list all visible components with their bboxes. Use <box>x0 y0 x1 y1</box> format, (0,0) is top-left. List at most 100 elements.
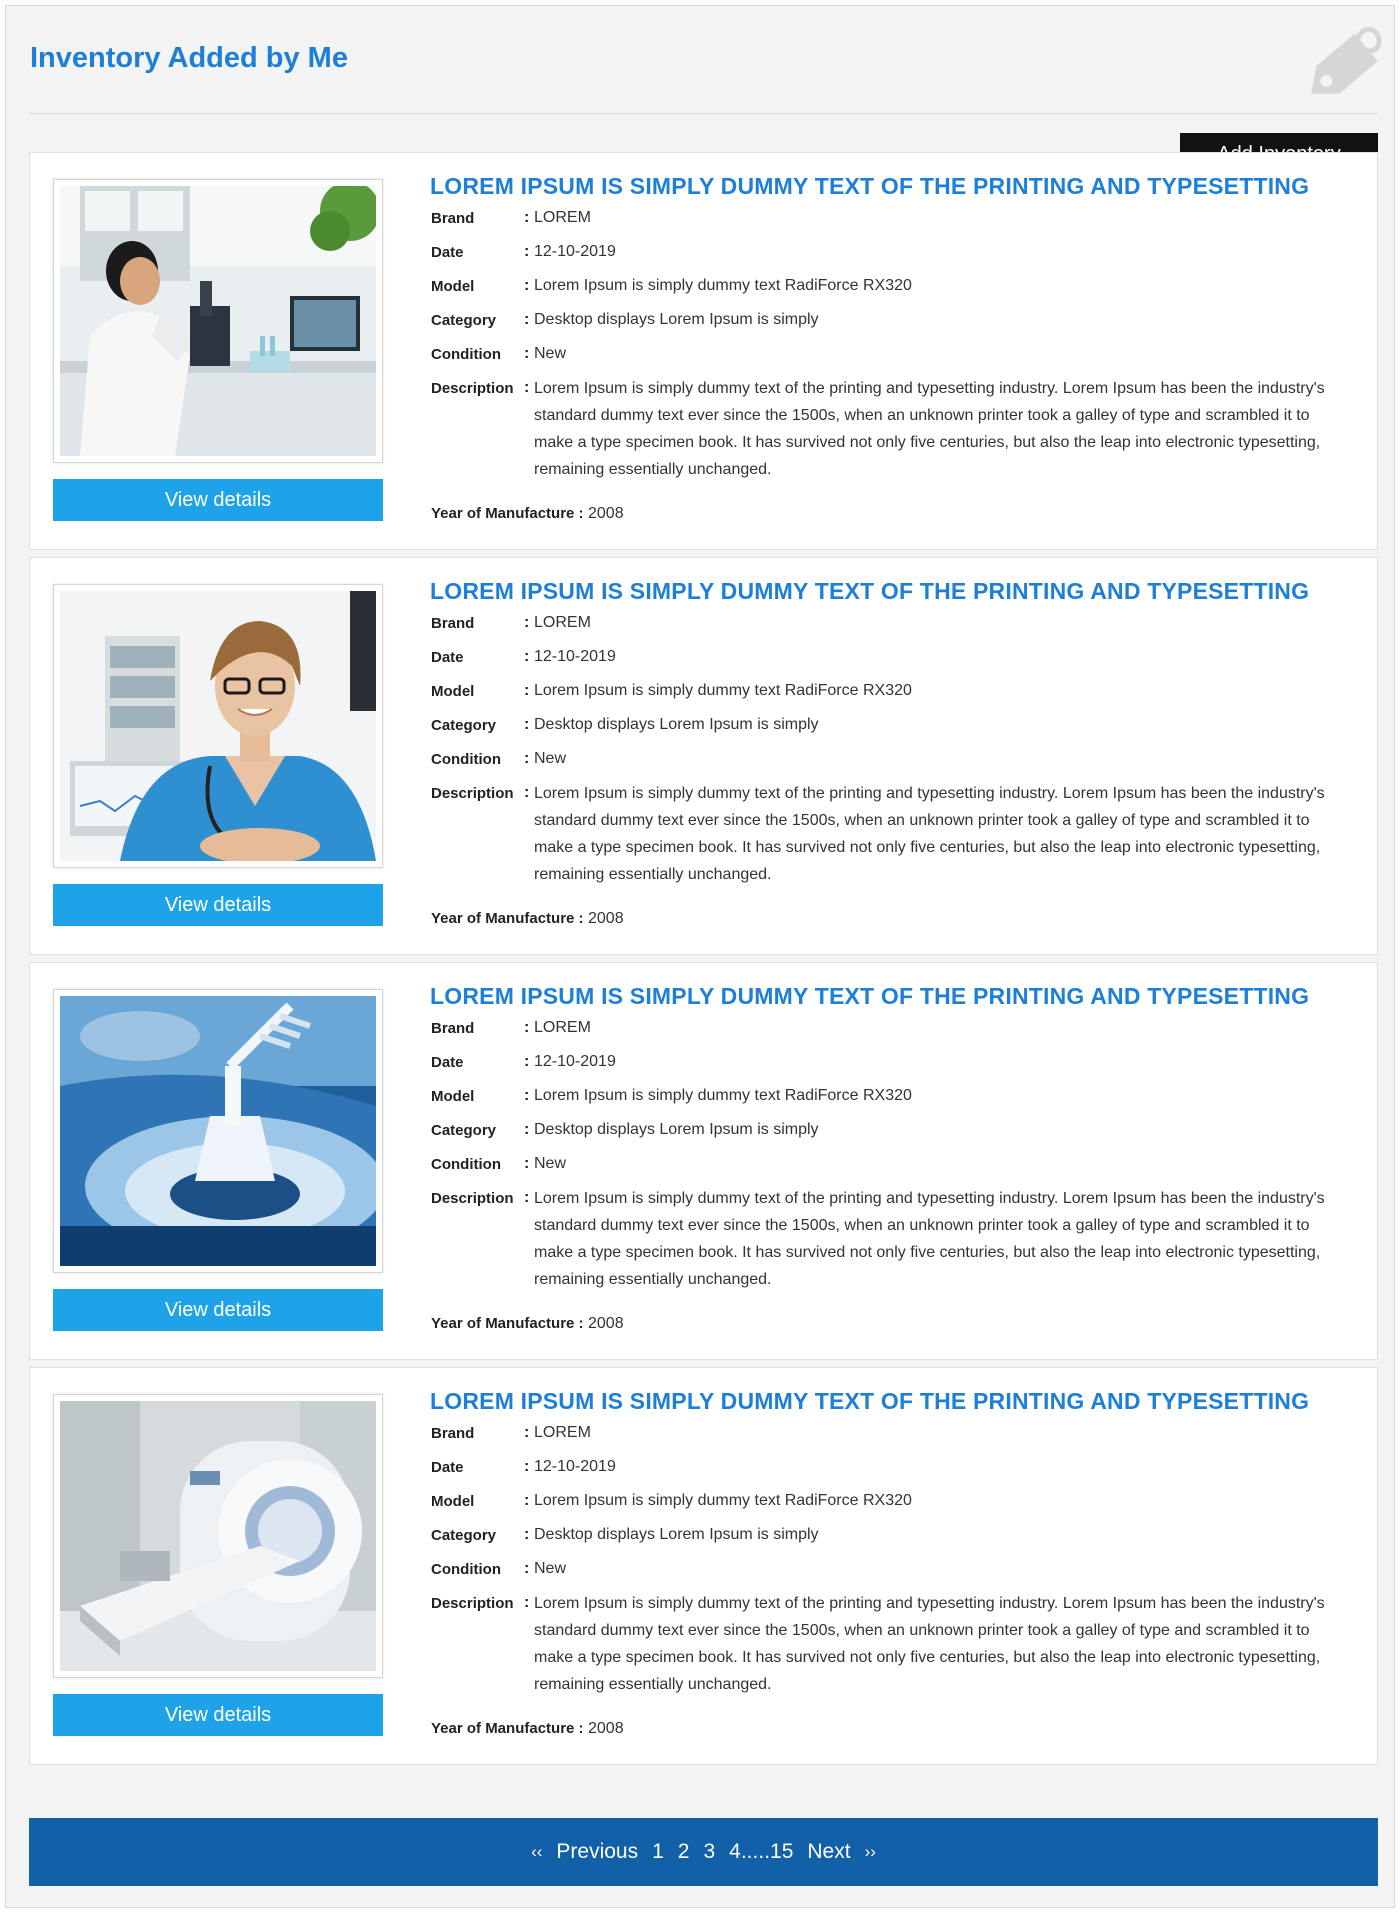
condition-value: New <box>534 750 567 767</box>
date-value: 12-10-2019 <box>534 1053 616 1070</box>
date-label: Date <box>431 1459 464 1476</box>
condition-label: Condition <box>431 1561 501 1578</box>
brand-label: Brand <box>431 210 475 227</box>
condition-value: New <box>534 1560 567 1577</box>
condition-value: New <box>534 345 567 362</box>
condition-label: Condition <box>431 1156 501 1173</box>
category-row: Category: Desktop displays Lorem Ipsum is… <box>431 716 1351 750</box>
year-of-manufacture: Year of Manufacture : 2008 <box>431 910 624 928</box>
item-title[interactable]: LOREM IPSUM IS SIMPLY DUMMY TEXT OF THE … <box>430 983 1309 1010</box>
next-link[interactable]: Next <box>807 1840 850 1864</box>
description-row: Description: Lorem Ipsum is simply dummy … <box>431 784 1351 888</box>
date-label: Date <box>431 1054 464 1071</box>
condition-label: Condition <box>431 346 501 363</box>
year-label: Year of Manufacture : <box>431 1720 584 1737</box>
date-value: 12-10-2019 <box>534 243 616 260</box>
brand-value: LOREM <box>534 1019 591 1036</box>
nurse-image <box>60 591 376 861</box>
year-label: Year of Manufacture : <box>431 505 584 522</box>
brand-row: Brand: LOREM <box>431 1424 1351 1458</box>
date-row: Date:12-10-2019 <box>431 648 1351 682</box>
inventory-card: View details LOREM IPSUM IS SIMPLY DUMMY… <box>29 962 1378 1360</box>
model-row: Model: Lorem Ipsum is simply dummy text R… <box>431 1087 1351 1121</box>
description-label: Description <box>431 785 514 802</box>
description-label: Description <box>431 1595 514 1612</box>
year-of-manufacture: Year of Manufacture : 2008 <box>431 505 624 523</box>
view-details-button[interactable]: View details <box>53 884 383 926</box>
model-row: Model: Lorem Ipsum is simply dummy text R… <box>431 682 1351 716</box>
page-link-3[interactable]: 3 <box>703 1840 715 1864</box>
category-row: Category: Desktop displays Lorem Ipsum is… <box>431 1121 1351 1155</box>
condition-value: New <box>534 1155 567 1172</box>
brand-value: LOREM <box>534 1424 591 1441</box>
date-row: Date:12-10-2019 <box>431 1458 1351 1492</box>
date-value: 12-10-2019 <box>534 1458 616 1475</box>
previous-arrow-icon[interactable]: ‹‹ <box>531 1842 542 1862</box>
model-label: Model <box>431 683 475 700</box>
item-photo-frame <box>53 1394 383 1678</box>
brand-row: Brand: LOREM <box>431 1019 1351 1053</box>
category-value: Desktop displays Lorem Ipsum is simply <box>534 1121 819 1138</box>
model-row: Model: Lorem Ipsum is simply dummy text R… <box>431 277 1351 311</box>
model-value: Lorem Ipsum is simply dummy text RadiFor… <box>534 682 912 699</box>
condition-row: Condition: New <box>431 750 1351 784</box>
brand-value: LOREM <box>534 209 591 226</box>
category-value: Desktop displays Lorem Ipsum is simply <box>534 311 819 328</box>
item-fields: Brand: LOREM Date:12-10-2019 Model: Lorem … <box>431 1019 1351 1293</box>
item-fields: Brand: LOREM Date:12-10-2019 Model: Lorem … <box>431 1424 1351 1698</box>
page-link-1[interactable]: 1 <box>652 1840 664 1864</box>
item-photo[interactable] <box>60 1401 376 1671</box>
category-label: Category <box>431 717 497 734</box>
date-row: Date:12-10-2019 <box>431 243 1351 277</box>
model-value: Lorem Ipsum is simply dummy text RadiFor… <box>534 1087 912 1104</box>
year-value: 2008 <box>588 1315 624 1332</box>
category-value: Desktop displays Lorem Ipsum is simply <box>534 1526 819 1543</box>
date-row: Date:12-10-2019 <box>431 1053 1351 1087</box>
page-link-2[interactable]: 2 <box>678 1840 690 1864</box>
view-details-button[interactable]: View details <box>53 479 383 521</box>
category-label: Category <box>431 1527 497 1544</box>
lab-scientist-image <box>60 186 376 456</box>
inventory-card: View details LOREM IPSUM IS SIMPLY DUMMY… <box>29 1367 1378 1765</box>
category-value: Desktop displays Lorem Ipsum is simply <box>534 716 819 733</box>
year-label: Year of Manufacture : <box>431 1315 584 1332</box>
view-details-button[interactable]: View details <box>53 1289 383 1331</box>
category-label: Category <box>431 1122 497 1139</box>
page-title: Inventory Added by Me <box>30 42 348 74</box>
item-title[interactable]: LOREM IPSUM IS SIMPLY DUMMY TEXT OF THE … <box>430 173 1309 200</box>
model-label: Model <box>431 1493 475 1510</box>
date-label: Date <box>431 649 464 666</box>
model-label: Model <box>431 278 475 295</box>
model-value: Lorem Ipsum is simply dummy text RadiFor… <box>534 277 912 294</box>
condition-row: Condition: New <box>431 1155 1351 1189</box>
mri-scanner-image <box>60 1401 376 1671</box>
next-arrow-icon[interactable]: ›› <box>865 1842 876 1862</box>
item-title[interactable]: LOREM IPSUM IS SIMPLY DUMMY TEXT OF THE … <box>430 578 1309 605</box>
header-divider <box>29 113 1378 114</box>
description-label: Description <box>431 380 514 397</box>
date-value: 12-10-2019 <box>534 648 616 665</box>
brand-value: LOREM <box>534 614 591 631</box>
lab-equipment-image <box>60 996 376 1266</box>
date-label: Date <box>431 244 464 261</box>
previous-link[interactable]: Previous <box>556 1840 638 1864</box>
year-of-manufacture: Year of Manufacture : 2008 <box>431 1315 624 1333</box>
inventory-card: View details LOREM IPSUM IS SIMPLY DUMMY… <box>29 152 1378 550</box>
item-fields: Brand: LOREM Date:12-10-2019 Model: Lorem … <box>431 209 1351 483</box>
page-link-range[interactable]: 4.....15 <box>729 1840 793 1864</box>
item-fields: Brand: LOREM Date:12-10-2019 Model: Lorem … <box>431 614 1351 888</box>
year-value: 2008 <box>588 910 624 927</box>
item-photo-frame <box>53 584 383 868</box>
view-details-button[interactable]: View details <box>53 1694 383 1736</box>
pagination-bar: ‹‹ Previous 1 2 3 4.....15 Next ›› <box>29 1818 1378 1886</box>
item-photo[interactable] <box>60 186 376 456</box>
item-photo-frame <box>53 989 383 1273</box>
item-photo[interactable] <box>60 591 376 861</box>
description-row: Description: Lorem Ipsum is simply dummy … <box>431 379 1351 483</box>
item-title[interactable]: LOREM IPSUM IS SIMPLY DUMMY TEXT OF THE … <box>430 1388 1309 1415</box>
year-of-manufacture: Year of Manufacture : 2008 <box>431 1720 624 1738</box>
year-value: 2008 <box>588 1720 624 1737</box>
item-photo[interactable] <box>60 996 376 1266</box>
description-label: Description <box>431 1190 514 1207</box>
item-photo-frame <box>53 179 383 463</box>
